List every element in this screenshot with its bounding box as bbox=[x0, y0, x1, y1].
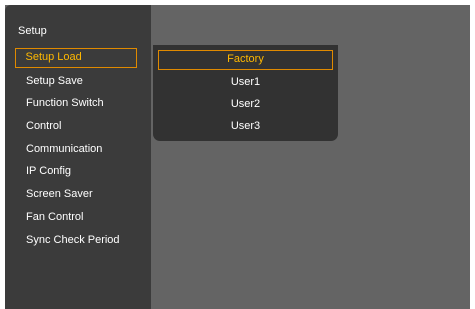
submenu-item-user2[interactable]: User2 bbox=[158, 94, 333, 114]
menu-item-sync-check-period[interactable]: Sync Check Period bbox=[15, 230, 137, 250]
submenu-item-user1[interactable]: User1 bbox=[158, 72, 333, 92]
menu-item-ip-config[interactable]: IP Config bbox=[15, 161, 137, 181]
menu-item-control[interactable]: Control bbox=[15, 116, 137, 136]
menu-item-screen-saver[interactable]: Screen Saver bbox=[15, 184, 137, 204]
menu-item-communication[interactable]: Communication bbox=[15, 139, 137, 159]
panel-title: Setup bbox=[18, 25, 47, 37]
setup-load-submenu: Factory User1 User2 User3 bbox=[153, 45, 338, 141]
menu-item-setup-load[interactable]: Setup Load bbox=[15, 48, 137, 68]
submenu-item-user3[interactable]: User3 bbox=[158, 116, 333, 136]
submenu-item-factory[interactable]: Factory bbox=[158, 50, 333, 70]
menu-item-function-switch[interactable]: Function Switch bbox=[15, 93, 137, 113]
setup-menu: Setup Load Setup Save Function Switch Co… bbox=[15, 48, 137, 252]
menu-item-fan-control[interactable]: Fan Control bbox=[15, 207, 137, 227]
menu-item-setup-save[interactable]: Setup Save bbox=[15, 71, 137, 91]
